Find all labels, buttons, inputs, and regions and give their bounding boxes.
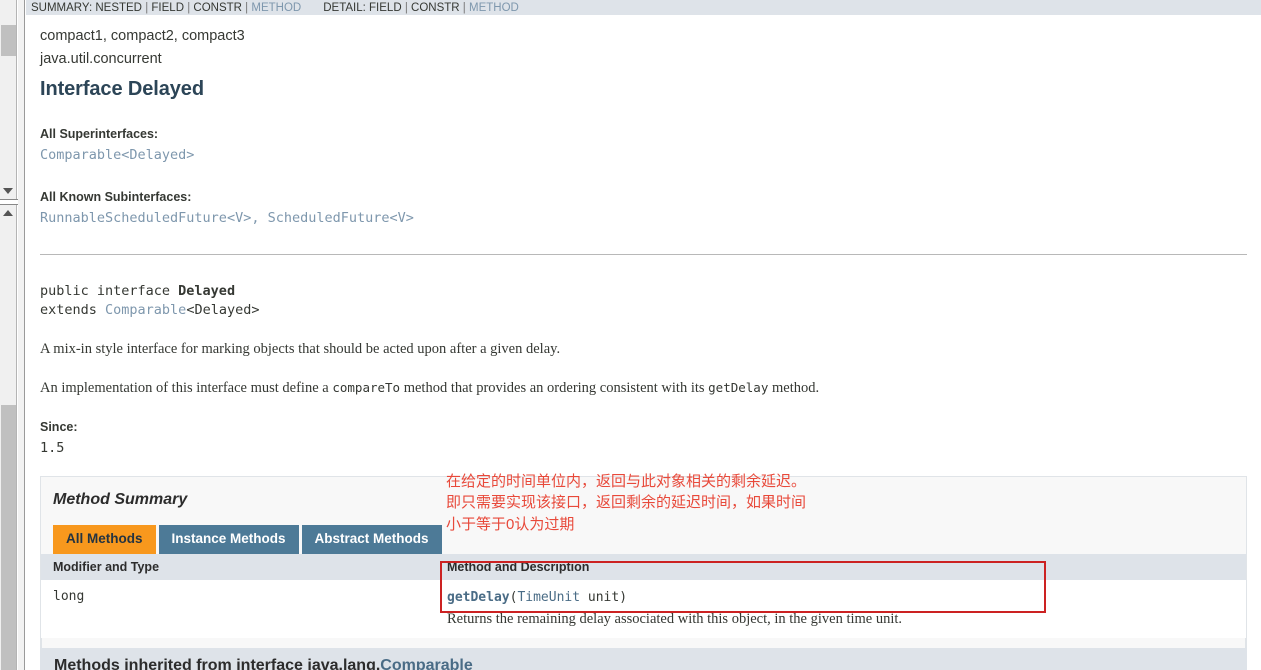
- gutter-rail: [18, 0, 25, 670]
- method-filter-tabs: All Methods Instance Methods Abstract Me…: [53, 525, 1246, 555]
- subinterfaces-label: All Known Subinterfaces:: [40, 190, 192, 205]
- cell-method-description: getDelay(TimeUnit unit) Returns the rema…: [435, 580, 1246, 638]
- detail-nav-field: FIELD: [369, 1, 402, 14]
- column-header-method: Method and Description: [435, 554, 1246, 581]
- scrollbar-upper[interactable]: [0, 0, 17, 199]
- javadoc-page: SUMMARY: NESTED | FIELD | CONSTR | METHO…: [26, 0, 1261, 670]
- desc2-code-compareto: compareTo: [332, 380, 401, 396]
- method-description: Returns the remaining delay associated w…: [447, 610, 903, 627]
- decl-extends-keyword: extends: [40, 302, 106, 319]
- detail-nav-group: DETAIL: FIELD | CONSTR | METHOD: [323, 2, 519, 14]
- detail-nav-label: DETAIL:: [323, 1, 366, 14]
- scroll-up-arrow-icon[interactable]: [0, 206, 16, 220]
- link-comparable-inherited[interactable]: Comparable: [380, 657, 472, 670]
- scrollbar-upper-thumb[interactable]: [1, 25, 16, 56]
- link-getdelay[interactable]: getDelay: [447, 590, 510, 605]
- superinterfaces-generic: <Delayed>: [121, 147, 195, 164]
- summary-nav-group: SUMMARY: NESTED | FIELD | CONSTR | METHO…: [31, 2, 301, 14]
- method-signature: getDelay(TimeUnit unit): [447, 589, 1236, 607]
- scrollbar-lower-thumb[interactable]: [1, 405, 16, 670]
- section-divider: [40, 254, 1247, 256]
- nav-separator: |: [187, 1, 191, 14]
- package-name: java.util.concurrent: [40, 51, 162, 68]
- method-summary-table: Modifier and Type Method and Description…: [41, 554, 1246, 638]
- method-summary-box: Method Summary All Methods Instance Meth…: [40, 476, 1247, 648]
- since-label: Since:: [40, 420, 78, 435]
- page-header: compact1, compact2, compact3 java.util.c…: [26, 26, 1261, 101]
- scrollbar-lower[interactable]: [0, 205, 17, 670]
- table-tail-spacer: [41, 637, 1246, 648]
- table-header-row: Modifier and Type Method and Description: [41, 554, 1246, 581]
- method-summary-title: Method Summary: [53, 491, 188, 509]
- detail-nav-constr: CONSTR: [411, 1, 460, 14]
- summary-nav-method-link[interactable]: METHOD: [251, 2, 301, 14]
- table-row: long getDelay(TimeUnit unit) Returns the…: [41, 580, 1246, 638]
- subinterfaces-value: RunnableScheduledFuture<V>, ScheduledFut…: [40, 210, 1247, 226]
- summary-nav-constr: CONSTR: [193, 1, 242, 14]
- profile-list: compact1, compact2, compact3: [40, 28, 245, 44]
- nav-separator: |: [145, 1, 149, 14]
- nav-separator: |: [462, 1, 466, 14]
- superinterfaces-label: All Superinterfaces:: [40, 127, 159, 142]
- subinterfaces-generic-0: <V>: [226, 210, 252, 227]
- since-value: 1.5: [40, 440, 65, 457]
- subinterfaces-separator: ,: [251, 210, 268, 227]
- page-title: Interface Delayed: [40, 78, 204, 101]
- desc2-mid: method that provides an ordering consist…: [400, 380, 709, 397]
- tab-abstract-methods[interactable]: Abstract Methods: [301, 525, 442, 555]
- link-timeunit[interactable]: TimeUnit: [517, 590, 580, 605]
- link-comparable[interactable]: Comparable: [40, 147, 121, 163]
- content-container: All Superinterfaces: Comparable<Delayed>…: [26, 127, 1261, 456]
- decl-type-name: Delayed: [178, 283, 236, 300]
- desc2-code-getdelay: getDelay: [708, 380, 769, 396]
- tab-instance-methods[interactable]: Instance Methods: [158, 525, 299, 555]
- description-paragraph-1: A mix-in style interface for marking obj…: [40, 341, 561, 358]
- subinterfaces-generic-1: <V>: [389, 210, 414, 227]
- link-comparable-decl[interactable]: Comparable: [105, 302, 186, 318]
- tab-all-methods[interactable]: All Methods: [53, 525, 156, 555]
- decl-modifiers: public interface: [40, 283, 179, 300]
- nav-separator: |: [404, 1, 408, 14]
- method-summary-section: Method Summary All Methods Instance Meth…: [26, 476, 1261, 648]
- description-paragraph-2: An implementation of this interface must…: [40, 379, 1247, 398]
- decl-extends-generic: <Delayed>: [186, 302, 260, 319]
- cell-modifier-type: long: [41, 580, 435, 638]
- desc2-post: method.: [768, 380, 820, 397]
- type-declaration: public interface Delayed extends Compara…: [40, 282, 1247, 320]
- sub-navigation-bar: SUMMARY: NESTED | FIELD | CONSTR | METHO…: [26, 0, 1261, 15]
- summary-nav-field: FIELD: [151, 1, 184, 14]
- link-runnablescheduledfuture[interactable]: RunnableScheduledFuture: [40, 210, 227, 226]
- detail-nav-method-link[interactable]: METHOD: [469, 2, 519, 14]
- summary-nav-label: SUMMARY:: [31, 1, 93, 14]
- nav-separator: |: [245, 1, 249, 14]
- sig-param-name: unit: [580, 590, 620, 606]
- sig-close-paren: ): [619, 590, 628, 606]
- column-header-modifier: Modifier and Type: [41, 554, 435, 581]
- since-block: Since: 1.5: [40, 420, 1247, 456]
- inherited-methods-bar: Methods inherited from interface java.la…: [40, 647, 1247, 670]
- link-scheduledfuture[interactable]: ScheduledFuture: [268, 210, 390, 226]
- inherited-prefix: Methods inherited from interface java.la…: [54, 656, 381, 670]
- desc2-pre: An implementation of this interface must…: [40, 380, 333, 397]
- superinterfaces-value: Comparable<Delayed>: [40, 147, 1247, 163]
- scroll-down-arrow-icon[interactable]: [0, 184, 16, 198]
- summary-nav-nested: NESTED: [95, 1, 142, 14]
